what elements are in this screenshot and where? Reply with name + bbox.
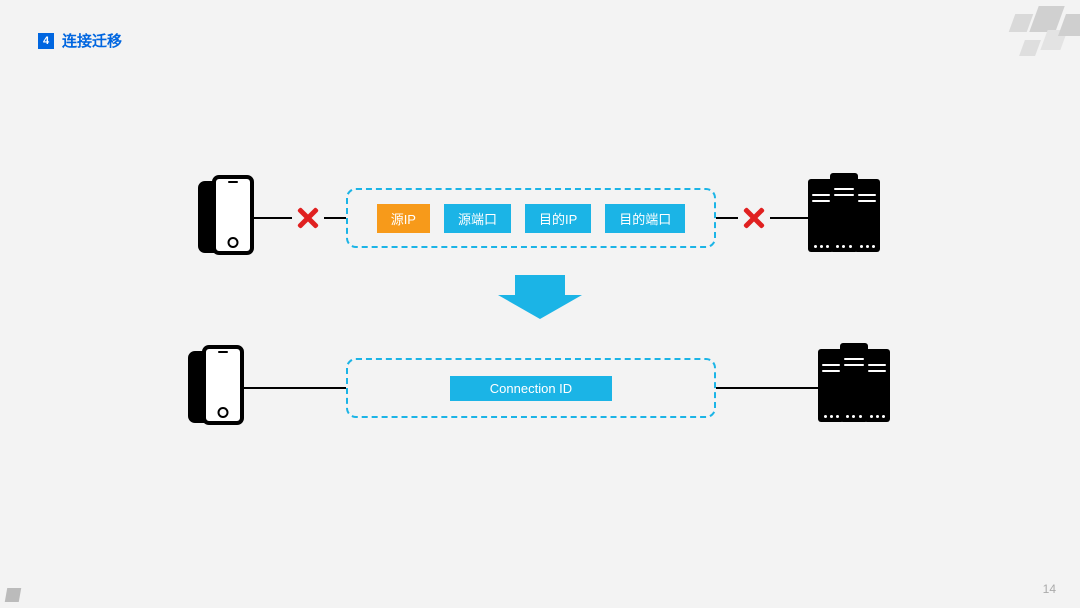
- slide-title: 连接迁移: [62, 30, 122, 51]
- tag-source-ip: 源IP: [377, 204, 430, 233]
- servers-icon: [818, 346, 892, 430]
- disconnect-x-icon: [296, 206, 320, 230]
- servers-icon: [808, 176, 882, 260]
- four-tuple-container: 源IP 源端口 目的IP 目的端口: [346, 188, 716, 248]
- disconnect-x-icon: [742, 206, 766, 230]
- diagram-row-disconnected: 源IP 源端口 目的IP 目的端口: [0, 175, 1080, 261]
- tag-dest-port: 目的端口: [605, 204, 685, 233]
- connection-id-container: Connection ID: [346, 358, 716, 418]
- phones-icon: [188, 345, 244, 431]
- tag-source-port: 源端口: [444, 204, 511, 233]
- slide-header: 4 连接迁移: [38, 30, 122, 51]
- connector-line: [324, 217, 346, 219]
- connector-line: [770, 217, 808, 219]
- phones-icon: [198, 175, 254, 261]
- footer-logo-icon: [5, 588, 21, 602]
- section-number-badge: 4: [38, 33, 54, 49]
- connector-line: [254, 217, 292, 219]
- tag-dest-ip: 目的IP: [525, 204, 591, 233]
- arrow-down-icon: [498, 275, 582, 319]
- page-number: 14: [1043, 582, 1056, 596]
- diagram-row-connection-id: Connection ID: [0, 345, 1080, 431]
- connector-line: [716, 387, 818, 389]
- connector-line: [244, 387, 346, 389]
- connector-line: [716, 217, 738, 219]
- tag-connection-id: Connection ID: [450, 376, 612, 401]
